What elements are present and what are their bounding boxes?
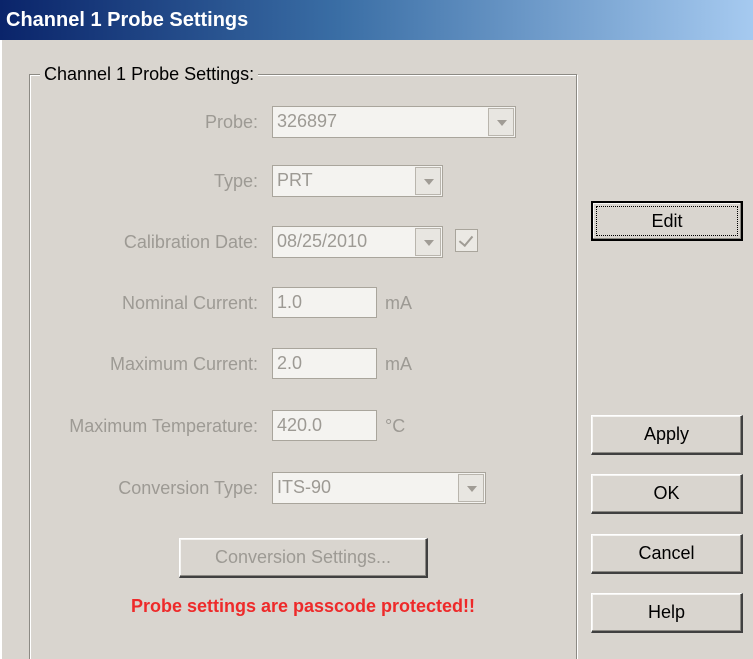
probe-select[interactable]: 326897 [272, 106, 516, 138]
probe-value: 326897 [277, 111, 338, 131]
cancel-button-label: Cancel [638, 543, 695, 563]
apply-button[interactable]: Apply [591, 415, 743, 455]
maximum-temperature-label: Maximum Temperature: [69, 416, 258, 436]
focus-rect [596, 206, 738, 236]
chevron-down-icon[interactable] [458, 474, 484, 502]
type-select[interactable]: PRT [272, 165, 443, 197]
maximum-temperature-unit: °C [385, 416, 406, 436]
calibration-date-checkbox[interactable] [455, 229, 478, 252]
maximum-current-label: Maximum Current: [109, 354, 258, 374]
edit-button[interactable]: Edit [591, 201, 743, 241]
passcode-warning: Probe settings are passcode protected!! [130, 596, 476, 616]
window-title: Channel 1 Probe Settings [6, 9, 249, 31]
maximum-current-field[interactable]: 2.0 [272, 348, 377, 379]
conversion-type-select[interactable]: ITS-90 [272, 472, 486, 504]
apply-button-label: Apply [643, 424, 690, 444]
maximum-temperature-field[interactable]: 420.0 [272, 410, 377, 441]
chevron-down-icon[interactable] [488, 108, 514, 136]
cancel-button[interactable]: Cancel [591, 534, 743, 574]
nominal-current-label: Nominal Current: [121, 293, 258, 313]
chevron-down-icon[interactable] [415, 167, 441, 195]
conversion-settings-label: Conversion Settings... [214, 547, 392, 567]
title-bar[interactable]: Channel 1 Probe Settings [0, 0, 753, 40]
help-button-label: Help [647, 602, 686, 622]
nominal-current-field[interactable]: 1.0 [272, 287, 377, 318]
calibration-date-picker[interactable]: 08/25/2010 [272, 226, 443, 258]
type-label: Type: [213, 171, 258, 191]
nominal-current-unit: mA [385, 293, 412, 313]
probe-label: Probe: [204, 112, 258, 132]
calibration-date-value: 08/25/2010 [277, 231, 368, 251]
ok-button[interactable]: OK [591, 474, 743, 514]
type-value: PRT [277, 170, 313, 190]
conversion-settings-button[interactable]: Conversion Settings... [179, 538, 428, 578]
probe-settings-dialog: Channel 1 Probe Settings: Probe: 326897 … [0, 40, 753, 659]
groupbox-label: Channel 1 Probe Settings: [40, 64, 259, 85]
ok-button-label: OK [653, 483, 680, 503]
conversion-type-value: ITS-90 [277, 477, 332, 497]
help-button[interactable]: Help [591, 593, 743, 633]
chevron-down-icon[interactable] [415, 228, 441, 256]
calibration-date-label: Calibration Date: [123, 232, 258, 252]
conversion-type-label: Conversion Type: [118, 478, 258, 498]
maximum-current-unit: mA [385, 354, 412, 374]
